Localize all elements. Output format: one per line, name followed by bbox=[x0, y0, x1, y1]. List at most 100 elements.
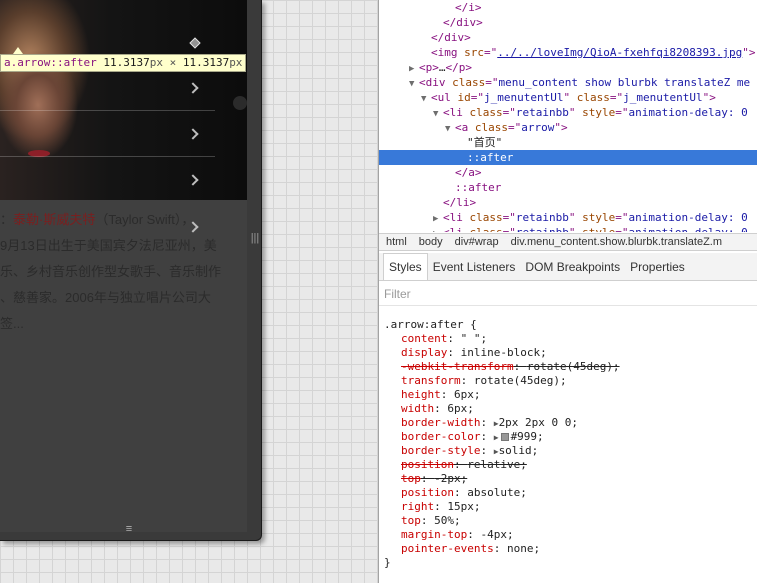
dom-token: =" bbox=[615, 106, 629, 119]
dom-node[interactable]: ▼ <div class="menu_content show blurbk tr… bbox=[379, 75, 757, 90]
css-property-name[interactable]: border-style bbox=[401, 444, 480, 457]
dom-node[interactable]: "首页" bbox=[379, 135, 757, 150]
dom-token: retainbb bbox=[515, 211, 569, 224]
css-property-value[interactable]: 15px; bbox=[447, 500, 480, 513]
css-colon: : bbox=[480, 416, 494, 429]
css-property-name[interactable]: width bbox=[401, 402, 434, 415]
css-colon: : bbox=[453, 486, 468, 499]
resize-handle-bottom[interactable]: ≡ bbox=[79, 522, 179, 536]
collapse-triangle-icon[interactable]: ▶ bbox=[433, 227, 443, 232]
css-declaration[interactable]: content: " "; bbox=[379, 332, 757, 346]
dom-node[interactable]: ::after bbox=[379, 180, 757, 195]
elements-tree[interactable]: </i> </div> </div> <img src="../../loveImg/… bbox=[379, 0, 757, 232]
dom-token: <ul bbox=[431, 91, 458, 104]
css-declaration[interactable]: -webkit-transform: rotate(45deg); bbox=[379, 360, 757, 374]
css-property-name[interactable]: transform bbox=[401, 374, 461, 387]
css-property-value[interactable]: solid; bbox=[499, 444, 539, 457]
dom-token: ::after bbox=[467, 151, 514, 164]
css-declaration[interactable]: margin-top: -4px; bbox=[379, 528, 757, 542]
css-declaration[interactable]: position: relative; bbox=[379, 458, 757, 472]
css-property-name[interactable]: right bbox=[401, 500, 434, 513]
dom-node[interactable]: </div> bbox=[379, 15, 757, 30]
dom-node[interactable]: ▼ <ul id="j_menutentUl" class="j_menutent… bbox=[379, 90, 757, 105]
css-property-name[interactable]: height bbox=[401, 388, 441, 401]
css-property-value[interactable]: 6px; bbox=[447, 402, 474, 415]
css-property-name[interactable]: position bbox=[401, 458, 454, 471]
css-declaration[interactable]: border-color: ▶ #999; bbox=[379, 430, 757, 444]
menu-item-3[interactable] bbox=[0, 157, 215, 203]
article-prefix: ： bbox=[0, 212, 14, 227]
css-property-value[interactable]: none; bbox=[507, 542, 540, 555]
tab-dom-breakpoints[interactable]: DOM Breakpoints bbox=[520, 254, 625, 281]
dom-node[interactable]: ▼ <li class="retainbb" style="animation-d… bbox=[379, 105, 757, 120]
tab-properties[interactable]: Properties bbox=[625, 254, 690, 281]
css-property-value[interactable]: #999; bbox=[511, 430, 544, 443]
resize-handle-right[interactable]: ||| bbox=[250, 232, 260, 244]
dom-token: " bbox=[563, 91, 577, 104]
expand-shorthand-icon[interactable]: ▶ bbox=[494, 433, 499, 442]
css-declaration[interactable]: transform: rotate(45deg); bbox=[379, 374, 757, 388]
css-declaration[interactable]: position: absolute; bbox=[379, 486, 757, 500]
dom-token: </li> bbox=[443, 196, 477, 209]
css-declaration[interactable]: top: -2px; bbox=[379, 472, 757, 486]
css-property-name[interactable]: position bbox=[401, 486, 454, 499]
tab-styles[interactable]: Styles bbox=[383, 253, 428, 280]
breadcrumb-item[interactable]: body bbox=[412, 234, 448, 250]
article-person-name[interactable]: 泰勒·斯威夫特 bbox=[13, 212, 95, 227]
menu-item-2[interactable] bbox=[0, 111, 215, 157]
css-property-name[interactable]: content bbox=[401, 332, 447, 345]
css-property-value[interactable]: " "; bbox=[461, 332, 488, 345]
dom-token: class bbox=[576, 91, 610, 104]
breadcrumb-item[interactable]: html bbox=[379, 234, 412, 250]
css-declaration[interactable]: height: 6px; bbox=[379, 388, 757, 402]
color-swatch[interactable] bbox=[500, 433, 509, 441]
dom-node[interactable]: ▶ <p>…</p> bbox=[379, 60, 757, 75]
dom-token: animation-delay: 0 bbox=[628, 211, 748, 224]
css-property-value[interactable]: 50%; bbox=[434, 514, 461, 527]
css-property-value[interactable]: relative; bbox=[467, 458, 527, 471]
css-property-name[interactable]: border-color bbox=[401, 430, 480, 443]
dom-node[interactable]: </div> bbox=[379, 30, 757, 45]
dom-node[interactable]: <img src="../../loveImg/QioA-fxehfqi8208… bbox=[379, 45, 757, 60]
css-colon: : bbox=[420, 514, 435, 527]
tab-event-listeners[interactable]: Event Listeners bbox=[428, 254, 521, 281]
dom-token: retainbb bbox=[515, 106, 569, 119]
dom-node[interactable]: </a> bbox=[379, 165, 757, 180]
css-declaration[interactable]: top: 50%; bbox=[379, 514, 757, 528]
css-property-name[interactable]: -webkit-transform bbox=[401, 360, 514, 373]
css-property-name[interactable]: pointer-events bbox=[401, 542, 494, 555]
css-property-value[interactable]: -4px; bbox=[480, 528, 513, 541]
css-property-value[interactable]: -2px; bbox=[434, 472, 467, 485]
css-declaration[interactable]: width: 6px; bbox=[379, 402, 757, 416]
css-property-value[interactable]: rotate(45deg); bbox=[474, 374, 567, 387]
css-property-value[interactable]: 6px; bbox=[454, 388, 481, 401]
dom-node[interactable]: ▼ <a class="arrow"> bbox=[379, 120, 757, 135]
dom-token: </div> bbox=[431, 31, 471, 44]
css-property-name[interactable]: display bbox=[401, 346, 447, 359]
close-icon[interactable] bbox=[233, 96, 247, 110]
css-declaration[interactable]: right: 15px; bbox=[379, 500, 757, 514]
device-preview: ：泰勒·斯威夫特（Taylor Swift）， 9月13日出生于美国宾夕法尼亚州… bbox=[0, 0, 262, 541]
css-property-name[interactable]: top bbox=[401, 472, 421, 485]
dom-token: </div> bbox=[443, 16, 483, 29]
css-property-value[interactable]: rotate(45deg); bbox=[527, 360, 620, 373]
styles-filter-input[interactable]: Filter bbox=[379, 282, 757, 306]
css-declaration[interactable]: border-width: ▶2px 2px 0 0; bbox=[379, 416, 757, 430]
css-property-value[interactable]: absolute; bbox=[467, 486, 527, 499]
css-property-name[interactable]: border-width bbox=[401, 416, 480, 429]
css-declaration[interactable]: display: inline-block; bbox=[379, 346, 757, 360]
css-property-value[interactable]: 2px 2px 0 0; bbox=[499, 416, 578, 429]
dom-node[interactable]: ▶<li class="retainbb" style="animation-d… bbox=[379, 225, 757, 232]
css-property-name[interactable]: margin-top bbox=[401, 528, 467, 541]
dom-node[interactable]: </i> bbox=[379, 0, 757, 15]
css-property-value[interactable]: inline-block; bbox=[461, 346, 547, 359]
css-declaration[interactable]: border-style: ▶solid; bbox=[379, 444, 757, 458]
css-rule-selector[interactable]: .arrow:after { bbox=[379, 318, 757, 332]
dom-node[interactable]: </li> bbox=[379, 195, 757, 210]
dom-node-selected[interactable]: ::after bbox=[379, 150, 757, 165]
dom-node[interactable]: ▶<li class="retainbb" style="animation-d… bbox=[379, 210, 757, 225]
css-property-name[interactable]: top bbox=[401, 514, 421, 527]
css-declaration[interactable]: pointer-events: none; bbox=[379, 542, 757, 556]
breadcrumb-item[interactable]: div#wrap bbox=[448, 234, 504, 250]
breadcrumb-item[interactable]: div.menu_content.show.blurbk.translateZ.… bbox=[504, 234, 727, 250]
